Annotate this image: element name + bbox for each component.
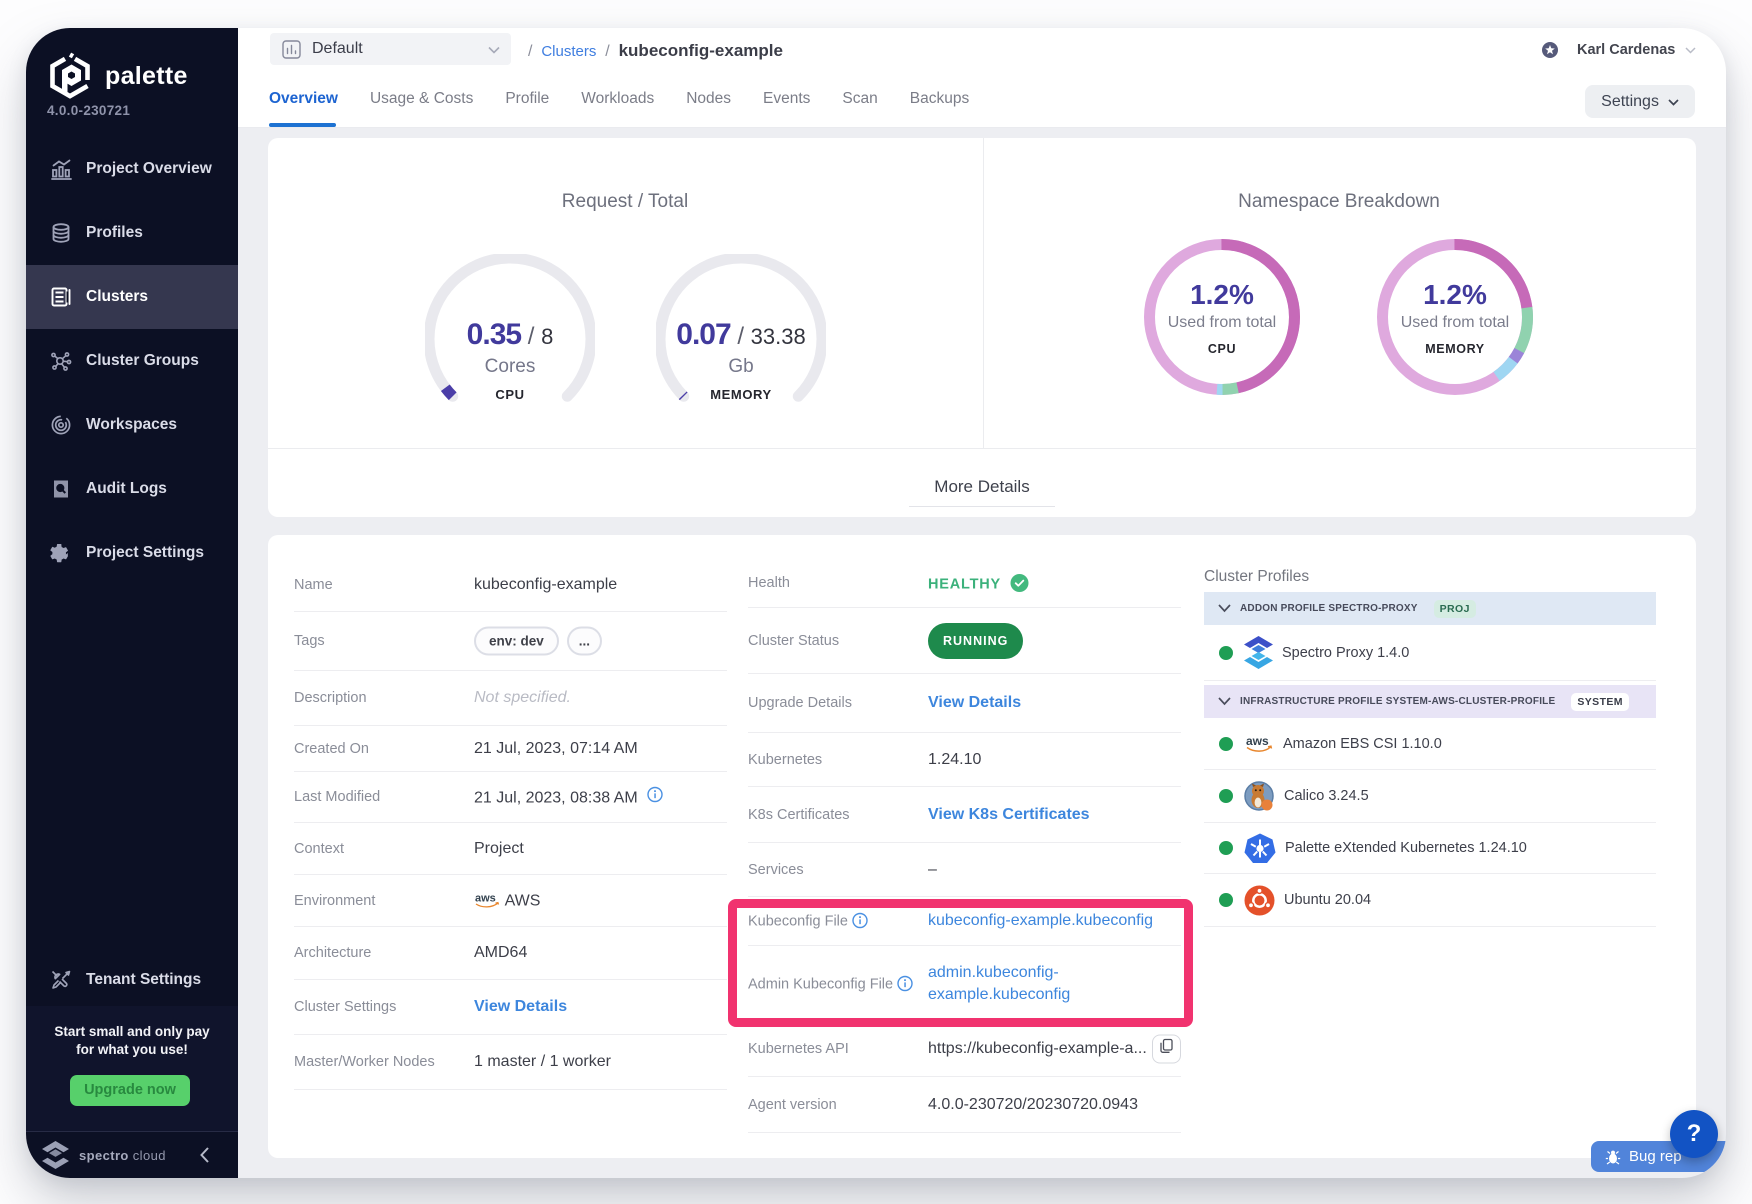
svg-text:aws: aws [475, 892, 496, 904]
svg-text:aws: aws [1246, 734, 1269, 748]
